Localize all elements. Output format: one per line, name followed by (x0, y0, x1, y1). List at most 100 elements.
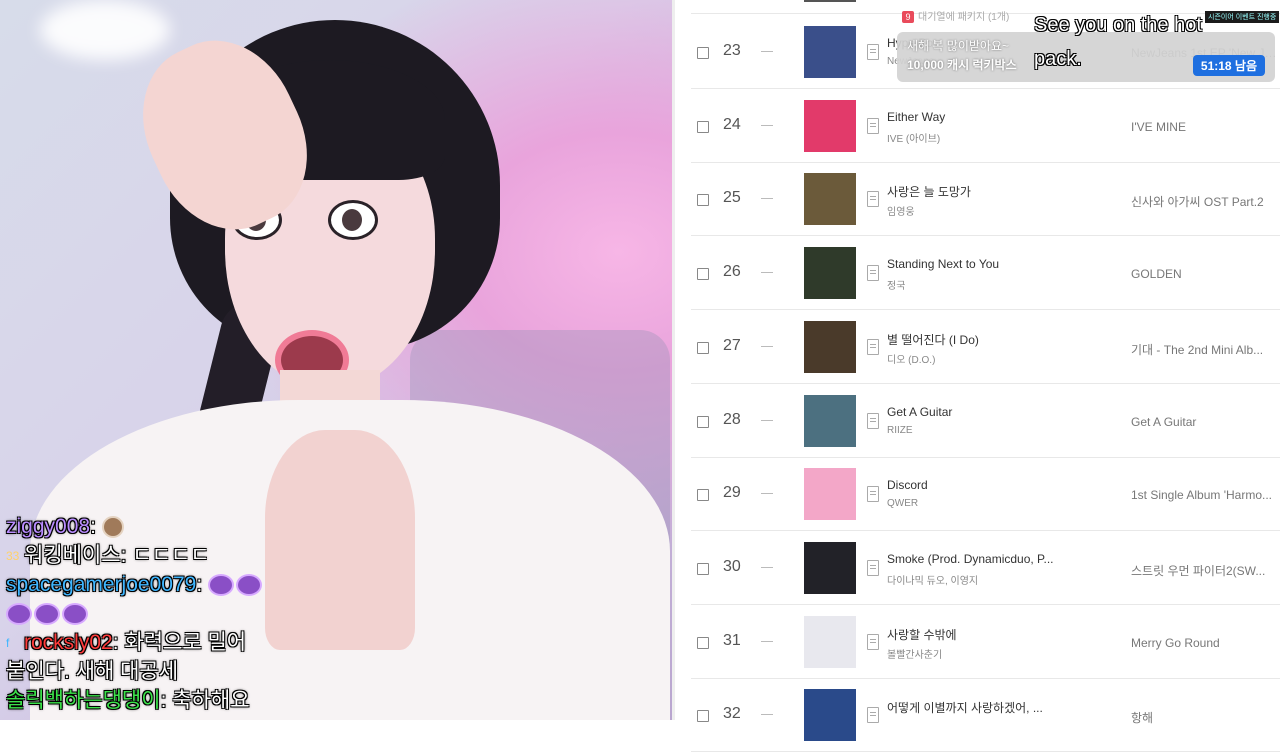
table-row[interactable]: 30 Smoke (Prod. Dynamicduo, P... 다이나믹 듀오, … (691, 531, 1280, 605)
song-album[interactable]: 1st Single Album 'Harmo... (1131, 488, 1279, 502)
queue-badge: 9 (902, 11, 914, 23)
chat-message-continuation (6, 599, 306, 628)
table-row[interactable]: 25 사랑은 늘 도망가임영웅 신사와 아가씨 OST Part.2 (691, 162, 1280, 237)
song-album[interactable]: Merry Go Round (1131, 636, 1279, 650)
song-title[interactable]: Discord (887, 478, 928, 492)
song-artist[interactable]: RIIZE (887, 425, 913, 436)
lyrics-icon[interactable] (867, 191, 879, 208)
song-album[interactable]: I'VE MINE (1131, 120, 1279, 134)
chat-username: ziggy008 (6, 515, 91, 538)
table-row[interactable]: 32 어떻게 이별까지 사랑하겠어, ... 항해 (691, 678, 1280, 752)
row-checkbox[interactable] (697, 710, 709, 723)
purple-emote-icon (6, 603, 32, 626)
album-cover[interactable] (804, 320, 856, 373)
music-chart-list: 23Hype BoyNewJeansNewJeans 1st EP 'New J… (672, 0, 1280, 752)
rank-change-icon (761, 419, 773, 421)
song-album[interactable]: 항해 (1131, 709, 1279, 726)
purple-emote-icon (34, 603, 60, 626)
ring-light (40, 0, 170, 60)
album-cover[interactable] (804, 99, 856, 152)
song-artist[interactable]: 임영웅 (887, 203, 915, 218)
song-title[interactable]: Either Way (887, 110, 945, 124)
lyrics-icon[interactable] (867, 265, 879, 282)
song-title[interactable]: Get A Guitar (887, 405, 952, 419)
song-album[interactable]: 신사와 아가씨 OST Part.2 (1131, 193, 1279, 210)
lyrics-icon[interactable] (867, 412, 879, 429)
table-row[interactable]: 29 Discord QWER 1st Single Album 'Harmo... (691, 457, 1280, 532)
rank-number: 28 (723, 410, 741, 428)
chat-message: f rocksly02: 화력으로 밀어 (6, 628, 306, 657)
subscriber-badge: 33 (6, 549, 20, 564)
donation-amount: 10,000 캐시 럭키박스 (907, 58, 1017, 72)
rank-number: 30 (723, 557, 741, 575)
row-checkbox[interactable] (697, 120, 709, 133)
rank-change-icon (761, 640, 773, 642)
album-cover[interactable] (804, 247, 856, 300)
lyrics-icon[interactable] (867, 707, 879, 724)
lyrics-icon[interactable] (867, 633, 879, 650)
song-album[interactable]: 스트릿 우먼 파이터2(SW... (1131, 562, 1279, 579)
song-title[interactable]: 사랑은 늘 도망가 (887, 183, 971, 200)
row-checkbox[interactable] (697, 636, 709, 649)
album-cover[interactable] (804, 173, 856, 226)
row-checkbox[interactable] (697, 47, 709, 59)
rank-number: 31 (723, 631, 741, 649)
fan-badge: f (6, 636, 10, 651)
song-artist[interactable]: 볼빨간사춘기 (887, 646, 942, 661)
chat-overlay: ziggy008: 33 워킹베이스: ㄷㄷㄷㄷ spacegamerjoe007… (6, 512, 306, 715)
table-row[interactable]: 26 Standing Next to You 정국 GOLDEN (691, 236, 1280, 311)
row-checkbox[interactable] (697, 489, 709, 502)
album-cover[interactable] (804, 541, 856, 594)
lyrics-icon[interactable] (867, 44, 879, 60)
row-checkbox[interactable] (697, 341, 709, 354)
chat-username: 워킹베이스 (24, 544, 121, 567)
rank-number: 23 (723, 42, 741, 59)
queue-notice: 9 대기열에 패키지 (1개) (902, 8, 1009, 23)
song-album[interactable]: 기대 - The 2nd Mini Alb... (1131, 341, 1279, 358)
song-artist[interactable]: IVE (아이브) (887, 130, 940, 145)
song-title[interactable]: Smoke (Prod. Dynamicduo, P... (887, 552, 1054, 566)
queue-text: 대기열에 패키지 (1개) (918, 12, 1010, 23)
rank-number: 25 (723, 189, 741, 207)
row-checkbox[interactable] (697, 268, 709, 281)
chat-message: spacegamerjoe0079: (6, 570, 306, 599)
song-title[interactable]: 별 떨어진다 (I Do) (887, 331, 979, 348)
chat-username: rocksly02 (24, 631, 113, 654)
table-row[interactable]: 27 별 떨어진다 (I Do) 디오 (D.O.) 기대 - The 2nd Min… (691, 310, 1280, 384)
rank-change-icon (761, 124, 773, 126)
album-cover[interactable] (804, 468, 856, 521)
song-album[interactable]: Get A Guitar (1131, 415, 1279, 429)
album-cover[interactable] (804, 394, 856, 447)
lyrics-icon[interactable] (867, 486, 879, 503)
song-title[interactable]: 어떻게 이별까지 사랑하겠어, ... (887, 699, 1043, 716)
chat-text: : (90, 515, 96, 538)
lyrics-icon[interactable] (867, 338, 879, 355)
chat-message-continuation: 붙인다. 새해 대공세 (6, 657, 306, 686)
table-row[interactable]: 31 사랑할 수밖에볼빨간사춘기 Merry Go Round (691, 605, 1280, 679)
lyrics-icon[interactable] (867, 559, 879, 576)
table-row[interactable]: 24 Either Way IVE (아이브) I'VE MINE (691, 89, 1280, 163)
rank-change-icon (761, 566, 773, 568)
song-artist[interactable]: 다이나믹 듀오, 이영지 (887, 572, 978, 587)
song-artist[interactable]: 디오 (D.O.) (887, 351, 935, 366)
song-album[interactable]: GOLDEN (1131, 267, 1279, 281)
album-cover[interactable] (804, 689, 856, 742)
rank-change-icon (761, 345, 773, 347)
rank-change-icon (761, 198, 773, 200)
subtitle-caption: See you on the hot pack. (1034, 14, 1202, 70)
song-artist[interactable]: 정국 (887, 277, 905, 292)
row-checkbox[interactable] (697, 194, 709, 207)
chat-text: 붙인다. 새해 대공세 (6, 660, 179, 683)
album-cover[interactable] (804, 615, 856, 668)
chat-username: 솔릭백하는댕댕이 (6, 689, 161, 712)
row-checkbox[interactable] (697, 562, 709, 575)
rank-change-icon (761, 493, 773, 495)
dog-emote-icon (101, 516, 124, 539)
lyrics-icon[interactable] (867, 117, 879, 134)
row-checkbox[interactable] (697, 415, 709, 428)
song-title[interactable]: 사랑할 수밖에 (887, 626, 957, 643)
song-title[interactable]: Standing Next to You (887, 257, 999, 271)
song-artist[interactable]: QWER (887, 498, 918, 509)
table-row[interactable]: 28 Get A Guitar RIIZE Get A Guitar (691, 384, 1280, 458)
album-cover[interactable] (804, 26, 856, 78)
